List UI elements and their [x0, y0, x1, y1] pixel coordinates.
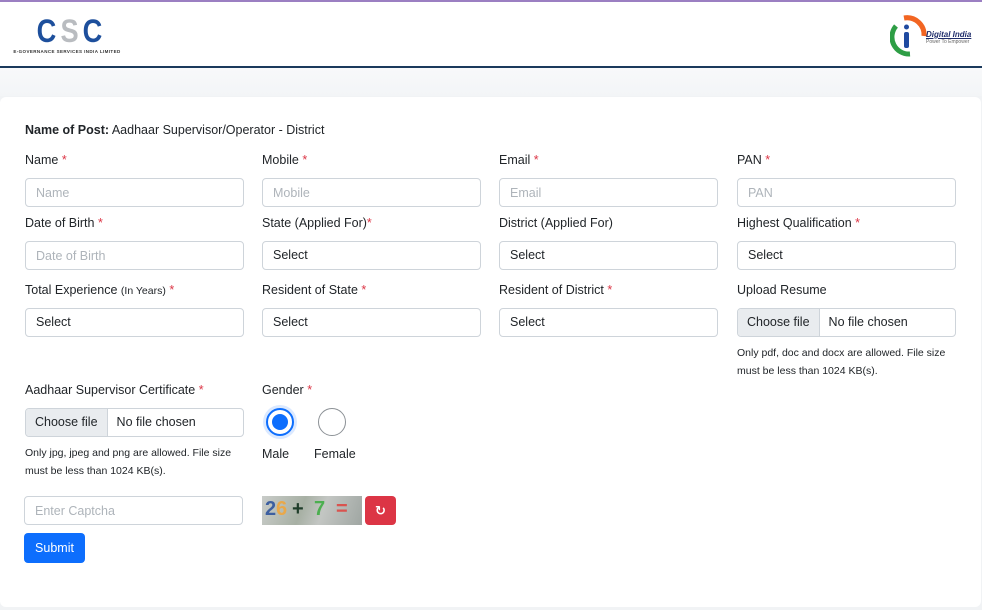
- csc-logo-subtitle: E-GOVERNANCE SERVICES INDIA LIMITED: [13, 49, 121, 54]
- resident-state-select[interactable]: Select: [262, 308, 481, 337]
- resume-file-status: No file chosen: [828, 315, 908, 329]
- district-applied-select[interactable]: Select: [499, 241, 718, 270]
- state-applied-select[interactable]: Select: [262, 241, 481, 270]
- resident-district-select[interactable]: Select: [499, 308, 718, 337]
- email-field-group: Email *: [499, 153, 718, 207]
- gender-female-radio[interactable]: [318, 408, 346, 436]
- name-label: Name *: [25, 153, 67, 167]
- certificate-file-status: No file chosen: [116, 415, 196, 429]
- mobile-label: Mobile *: [262, 153, 308, 167]
- email-input[interactable]: [499, 178, 718, 207]
- mobile-field-group: Mobile *: [262, 153, 481, 207]
- qualification-select[interactable]: Select: [737, 241, 956, 270]
- district-applied-field-group: District (Applied For) Select: [499, 216, 718, 270]
- gender-male-label[interactable]: Male: [262, 447, 289, 461]
- qualification-field-group: Highest Qualification * Select: [737, 216, 956, 270]
- name-field-group: Name *: [25, 153, 244, 207]
- digital-india-title: Digital India: [926, 30, 972, 39]
- csc-logo-letter: C: [36, 13, 56, 49]
- post-name-value: Aadhaar Supervisor/Operator - District: [111, 123, 325, 137]
- certificate-help-text: Only jpg, jpeg and png are allowed. File…: [25, 447, 232, 477]
- header-band: [0, 68, 982, 96]
- gender-field-group: Gender * Male Female: [262, 383, 481, 473]
- name-input[interactable]: [25, 178, 244, 207]
- resident-state-label: Resident of State *: [262, 283, 367, 297]
- experience-select[interactable]: Select: [25, 308, 244, 337]
- resume-choose-file-button[interactable]: Choose file: [738, 309, 820, 336]
- dob-input[interactable]: [25, 241, 244, 270]
- gender-male-radio[interactable]: [266, 408, 294, 436]
- resume-help-text: Only pdf, doc and docx are allowed. File…: [737, 347, 946, 377]
- csc-logo-letter: S: [60, 13, 78, 49]
- mobile-input[interactable]: [262, 178, 481, 207]
- email-label: Email *: [499, 153, 539, 167]
- certificate-label: Aadhaar Supervisor Certificate *: [25, 383, 204, 397]
- certificate-choose-file-button[interactable]: Choose file: [26, 409, 108, 436]
- state-applied-label: State (Applied For)*: [262, 216, 372, 230]
- captcha-image: 2 6 + 7 =: [262, 496, 362, 525]
- post-name: Name of Post: Aadhaar Supervisor/Operato…: [25, 123, 324, 137]
- post-name-label: Name of Post:: [25, 123, 110, 137]
- application-form-card: Name of Post: Aadhaar Supervisor/Operato…: [0, 97, 981, 607]
- csc-logo-letter: C: [82, 13, 103, 49]
- captcha-refresh-button[interactable]: ↻: [365, 496, 396, 525]
- resident-district-field-group: Resident of District * Select: [499, 283, 718, 337]
- gender-female-label[interactable]: Female: [314, 447, 356, 461]
- district-applied-label: District (Applied For): [499, 216, 613, 230]
- qualification-label: Highest Qualification *: [737, 216, 861, 230]
- submit-button[interactable]: Submit: [24, 533, 85, 563]
- gender-label: Gender *: [262, 383, 313, 397]
- pan-field-group: PAN *: [737, 153, 956, 207]
- site-header: C S C E-GOVERNANCE SERVICES INDIA LIMITE…: [0, 2, 982, 68]
- resume-file-input[interactable]: Choose file No file chosen: [737, 308, 956, 337]
- digital-india-emblem-icon: [889, 15, 927, 57]
- resume-field-group: Upload Resume Choose file No file chosen…: [737, 283, 956, 377]
- captcha-input[interactable]: [24, 496, 243, 525]
- dob-field-group: Date of Birth *: [25, 216, 244, 270]
- experience-label: Total Experience (In Years) *: [25, 283, 175, 297]
- pan-label: PAN *: [737, 153, 771, 167]
- resident-state-field-group: Resident of State * Select: [262, 283, 481, 337]
- csc-logo[interactable]: C S C E-GOVERNANCE SERVICES INDIA LIMITE…: [12, 15, 122, 54]
- dob-label: Date of Birth *: [25, 216, 103, 230]
- state-applied-field-group: State (Applied For)* Select: [262, 216, 481, 270]
- digital-india-logo[interactable]: Digital India Power To Empower: [889, 12, 978, 58]
- certificate-file-input[interactable]: Choose file No file chosen: [25, 408, 244, 437]
- certificate-field-group: Aadhaar Supervisor Certificate * Choose …: [25, 383, 244, 477]
- experience-field-group: Total Experience (In Years) * Select: [25, 283, 244, 337]
- digital-india-tagline: Power To Empower: [926, 39, 970, 45]
- resident-district-label: Resident of District *: [499, 283, 613, 297]
- pan-input[interactable]: [737, 178, 956, 207]
- refresh-icon: ↻: [375, 503, 386, 518]
- resume-label: Upload Resume: [737, 283, 827, 297]
